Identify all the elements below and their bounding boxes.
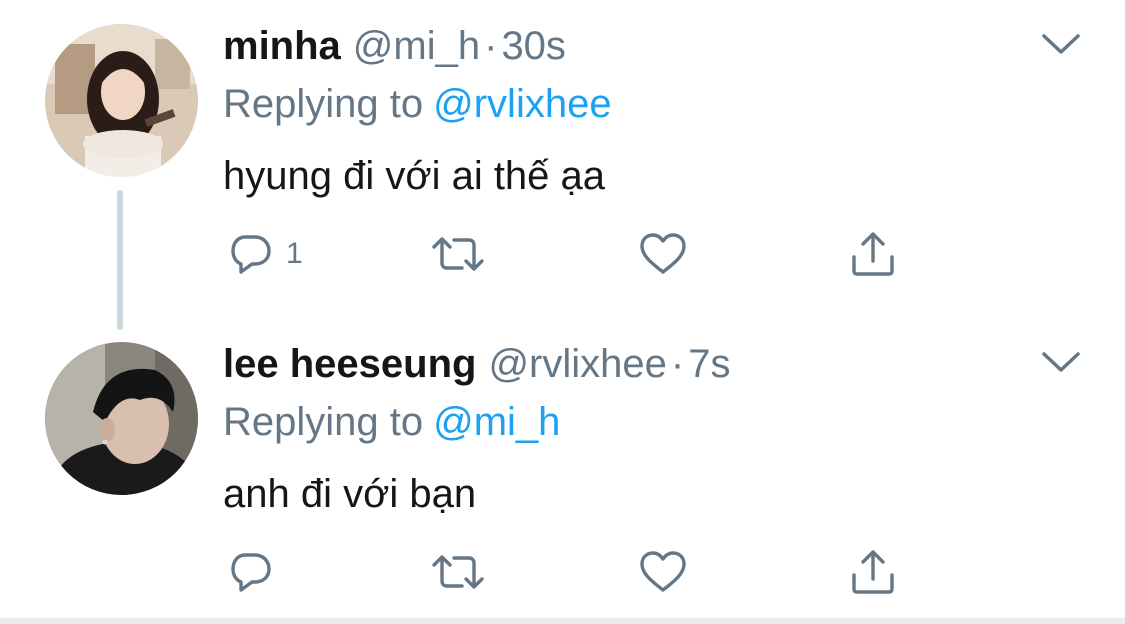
replying-to-handle[interactable]: @mi_h [433,400,560,444]
tweet-header: minha @mi_h · 30s [223,22,566,70]
retweet-button[interactable] [428,228,488,280]
tweet[interactable]: lee heeseung @rvlixhee · 7s Replying to @mi_… [0,318,1125,618]
divider [0,618,1125,624]
share-button[interactable] [848,546,898,598]
tweet-text: anh đi với bạn [223,472,477,516]
separator-dot: · [670,342,685,386]
reply-button[interactable]: 1 [228,228,303,280]
share-icon [852,550,894,594]
reply-count: 1 [286,237,303,270]
replying-to-line: Replying to @rvlixhee [223,80,612,128]
reply-bubble-icon [231,553,271,592]
avatar[interactable] [45,342,198,495]
tweet-text: hyung đi với ai thế ạa [223,154,606,198]
thread-connector [117,190,123,330]
replying-to-label: Replying to [223,400,424,444]
tweet-header: lee heeseung @rvlixhee · 7s [223,340,730,388]
display-name[interactable]: lee heeseung [223,342,476,386]
separator-dot: · [484,24,498,68]
retweet-button[interactable] [428,546,488,598]
user-handle[interactable]: @mi_h [353,24,480,68]
avatar[interactable] [45,24,198,177]
replying-to-line: Replying to @mi_h [223,398,560,446]
replying-to-label: Replying to [223,82,424,126]
reply-button[interactable] [228,546,286,598]
avatar-photo-boy-icon [45,342,198,495]
timestamp[interactable]: 7s [688,342,730,386]
avatar-photo-girl-icon [45,24,198,177]
display-name[interactable]: minha [223,24,341,68]
tweet-menu-button[interactable] [1040,348,1082,378]
like-button[interactable] [638,546,688,598]
chevron-down-icon [1042,34,1080,54]
timestamp[interactable]: 30s [501,24,566,68]
tweet-actions [223,546,923,598]
reply-bubble-icon [231,235,271,274]
share-icon [852,232,894,276]
replying-to-handle[interactable]: @rvlixhee [433,82,611,126]
retweet-icon [432,555,484,589]
like-button[interactable] [638,228,688,280]
tweet[interactable]: minha @mi_h · 30s Replying to @rvlixhee hyun… [0,0,1125,330]
heart-icon [640,551,686,592]
heart-icon [640,233,686,274]
chevron-down-icon [1042,352,1080,372]
tweet-menu-button[interactable] [1040,30,1082,60]
tweet-actions: 1 [223,228,923,280]
retweet-icon [432,237,484,271]
share-button[interactable] [848,228,898,280]
user-handle[interactable]: @rvlixhee [488,342,666,386]
